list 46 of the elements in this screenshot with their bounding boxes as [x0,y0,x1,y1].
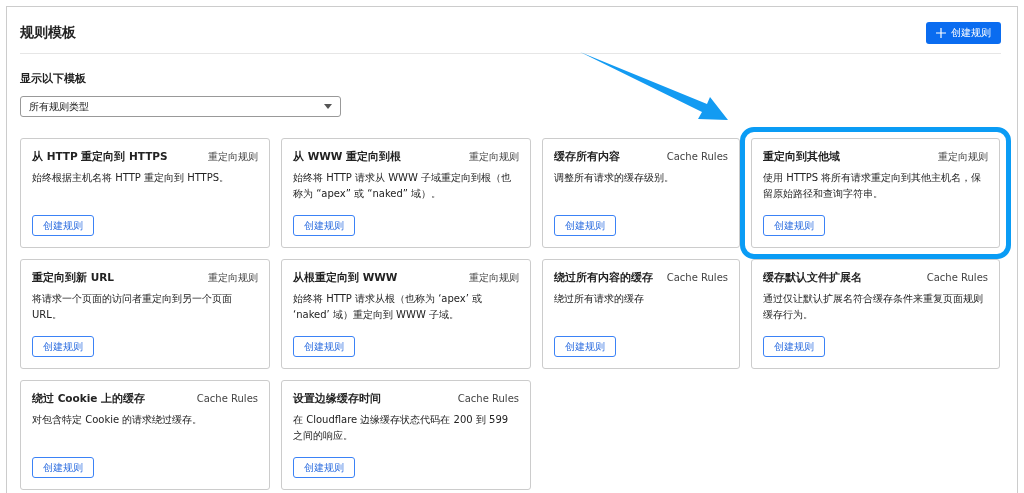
card-description: 通过仅让默认扩展名符合缓存条件来重复页面规则缓存行为。 [763,292,984,322]
card-description: 调整所有请求的缓存级别。 [554,171,675,185]
card-title: 绕过所有内容的缓存 [554,271,653,285]
rule-type-tag: 重定向规则 [208,150,258,164]
card-title: 重定向到其他域 [763,150,840,164]
card-description: 对包含特定 Cookie 的请求绕过缓存。 [32,413,204,427]
rule-type-tag: 重定向规则 [469,150,519,164]
create-rule-button[interactable]: 创建规则 [293,336,355,357]
create-rule-button[interactable]: 创建规则 [293,457,355,478]
filter-label: 显示以下模板 [20,71,87,86]
create-rule-button[interactable]: 创建规则 [32,336,94,357]
card-title: 缓存所有内容 [554,150,620,164]
card-title: 从 WWW 重定向到根 [293,150,402,164]
card-title: 缓存默认文件扩展名 [763,271,862,285]
rule-type-select[interactable]: 所有规则类型 [20,96,341,117]
rule-type-tag: Cache Rules [926,272,988,283]
card-description: 将请求一个页面的访问者重定向到另一个页面 URL。 [32,292,233,322]
card-title: 绕过 Cookie 上的缓存 [32,392,146,406]
card-title: 设置边缘缓存时间 [293,392,381,406]
rule-type-tag: 重定向规则 [469,271,519,285]
create-rule-button[interactable]: 创建规则 [763,336,825,357]
rule-type-tag: 重定向规则 [208,271,258,285]
rule-type-tag: 重定向规则 [938,150,988,164]
card-description: 始终将 HTTP 请求从根（也称为 ‘apex’ 或 ‘naked’ 域）重定向到 WWW 子域。 [293,292,484,322]
card-title: 重定向到新 URL [32,271,114,285]
create-rule-button[interactable]: 创建规则 [554,215,616,236]
rule-type-tag: Cache Rules [666,151,728,162]
create-rule-button[interactable]: 创建规则 [32,457,94,478]
plus-icon [936,28,946,38]
create-rule-button[interactable]: 创建规则 [293,215,355,236]
card-description: 始终将 HTTP 请求从 WWW 子域重定向到根（也称为 “apex” 或 “naked” 域）。 [293,171,512,201]
card-description: 绕过所有请求的缓存 [554,292,645,306]
rule-type-tag: Cache Rules [666,272,728,283]
rule-type-tag: Cache Rules [196,393,258,404]
card-description: 始终根据主机名将 HTTP 重定向到 HTTPS。 [32,171,231,185]
card-description: 使用 HTTPS 将所有请求重定向到其他主机名，保留原始路径和查询字符串。 [763,171,983,201]
caret-icon [324,104,332,109]
card-description: 在 Cloudflare 边缘缓存状态代码在 200 到 599 之间的响应。 [293,413,510,443]
create-rule-button[interactable]: 创建规则 [763,215,825,236]
card-title: 从根重定向到 WWW [293,271,398,285]
create-rule-button[interactable]: 创建规则 [926,22,1001,44]
rule-type-tag: Cache Rules [457,393,519,404]
create-rule-button[interactable]: 创建规则 [32,215,94,236]
create-rule-button[interactable]: 创建规则 [554,336,616,357]
card-title: 从 HTTP 重定向到 HTTPS [32,150,168,164]
page-title: 规则模板 [20,24,76,42]
